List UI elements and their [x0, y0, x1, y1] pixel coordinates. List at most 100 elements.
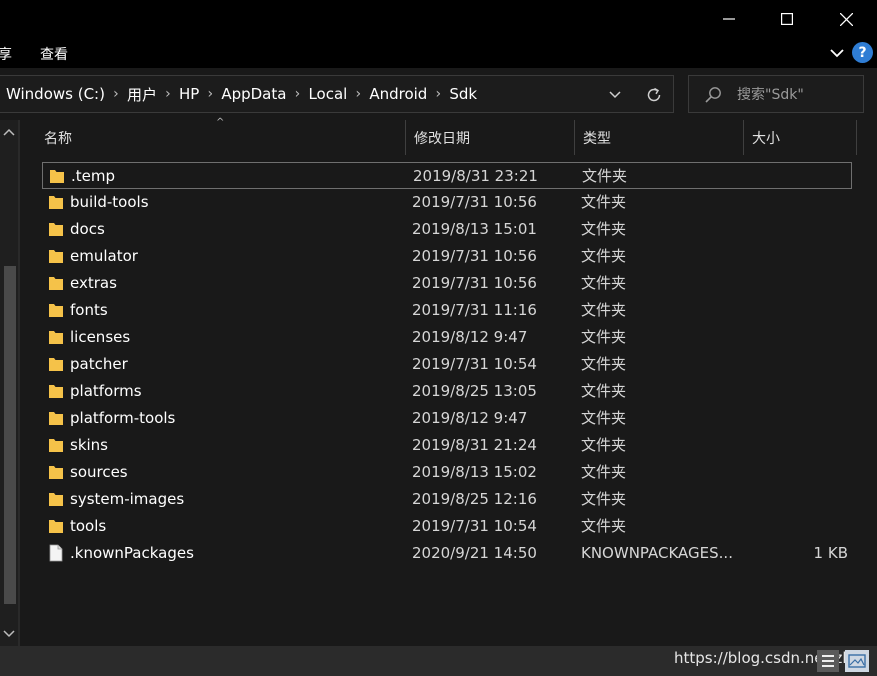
breadcrumb-separator-icon[interactable]: ›: [105, 86, 127, 102]
file-modified-date: 2019/8/25 13:05: [412, 382, 537, 400]
file-row[interactable]: emulator 2019/7/31 10:56 文件夹: [42, 243, 852, 270]
file-row[interactable]: platform-tools 2019/8/12 9:47 文件夹: [42, 405, 852, 432]
column-header-label: 类型: [583, 130, 611, 147]
details-view-button[interactable]: [817, 650, 839, 672]
file-modified-date: 2019/7/31 10:56: [412, 193, 537, 211]
file-type: 文件夹: [581, 328, 627, 346]
address-bar[interactable]: Windows (C:) › 用户 › HP › AppData › Local › Android…: [0, 75, 674, 113]
details-view-icon: [822, 655, 834, 667]
breadcrumb-separator-icon[interactable]: ›: [157, 86, 179, 102]
file-modified-date: 2019/8/13 15:02: [412, 463, 537, 481]
file-modified-date: 2019/7/31 10:54: [412, 517, 537, 535]
refresh-button[interactable]: [642, 83, 666, 107]
file-name: .knownPackages: [70, 544, 194, 562]
file-row[interactable]: skins 2019/8/31 21:24 文件夹: [42, 432, 852, 459]
file-name: build-tools: [70, 193, 149, 211]
file-row[interactable]: tools 2019/7/31 10:54 文件夹: [42, 513, 852, 540]
address-history-button[interactable]: [604, 84, 626, 106]
maximize-button[interactable]: [758, 0, 816, 38]
file-type: 文件夹: [581, 490, 627, 508]
column-header-size[interactable]: 大小: [744, 120, 857, 155]
file-modified-date: 2019/8/31 21:24: [412, 436, 537, 454]
column-header-label: 修改日期: [414, 130, 470, 147]
file-row[interactable]: licenses 2019/8/12 9:47 文件夹: [42, 324, 852, 351]
breadcrumb-item[interactable]: 用户: [127, 84, 157, 105]
scroll-up-icon[interactable]: [2, 126, 16, 138]
ribbon: 享 查看 ?: [0, 38, 877, 68]
expand-ribbon-button[interactable]: [828, 44, 846, 62]
ribbon-tab-share[interactable]: 享: [0, 44, 12, 64]
folder-icon: [48, 463, 64, 481]
help-button[interactable]: ?: [852, 42, 873, 63]
breadcrumb-separator-icon[interactable]: ›: [199, 86, 221, 102]
file-modified-date: 2019/7/31 10:56: [412, 247, 537, 265]
file-row[interactable]: .temp 2019/8/31 23:21 文件夹: [42, 162, 852, 189]
file-row[interactable]: sources 2019/8/13 15:02 文件夹: [42, 459, 852, 486]
search-input[interactable]: [735, 82, 861, 108]
scroll-down-icon[interactable]: [2, 628, 16, 640]
file-name: platforms: [70, 382, 142, 400]
file-name: tools: [70, 517, 107, 535]
column-headers: ^ 名称 修改日期 类型 大小: [20, 117, 857, 155]
file-modified-date: 2019/7/31 10:54: [412, 355, 537, 373]
column-header-date[interactable]: 修改日期: [406, 120, 575, 155]
file-row[interactable]: build-tools 2019/7/31 10:56 文件夹: [42, 189, 852, 216]
file-modified-date: 2019/8/31 23:21: [413, 167, 538, 185]
file-row[interactable]: .knownPackages 2020/9/21 14:50 KNOWNPACKAG…: [42, 540, 852, 567]
file-row[interactable]: platforms 2019/8/25 13:05 文件夹: [42, 378, 852, 405]
folder-icon: [48, 220, 64, 238]
breadcrumb-separator-icon[interactable]: ›: [286, 86, 308, 102]
breadcrumb-separator-icon[interactable]: ›: [347, 86, 369, 102]
folder-icon: [48, 382, 64, 400]
file-name: licenses: [70, 328, 131, 346]
folder-icon: [48, 490, 64, 508]
navigation-pane-scrollbar[interactable]: [0, 120, 18, 646]
folder-icon: [48, 355, 64, 373]
column-header-label: 名称: [44, 130, 72, 147]
minimize-button[interactable]: [700, 0, 758, 38]
folder-icon: [48, 193, 64, 211]
file-list: .temp 2019/8/31 23:21 文件夹 build-tools 2019/7…: [42, 162, 852, 567]
file-type: 文件夹: [581, 220, 627, 238]
file-row[interactable]: extras 2019/7/31 10:56 文件夹: [42, 270, 852, 297]
title-bar: [0, 0, 877, 38]
search-box[interactable]: [688, 75, 864, 113]
refresh-icon: [647, 87, 661, 102]
pane-divider[interactable]: [18, 120, 20, 646]
file-type: 文件夹: [581, 382, 627, 400]
breadcrumb-item[interactable]: Local: [308, 85, 347, 103]
search-icon: [705, 87, 721, 103]
file-name: emulator: [70, 247, 138, 265]
breadcrumb-item[interactable]: HP: [179, 85, 199, 103]
file-type: 文件夹: [581, 193, 627, 211]
file-modified-date: 2019/8/12 9:47: [412, 409, 528, 427]
file-modified-date: 2019/8/13 15:01: [412, 220, 537, 238]
scrollbar-thumb[interactable]: [4, 266, 16, 604]
file-row[interactable]: docs 2019/8/13 15:01 文件夹: [42, 216, 852, 243]
breadcrumb-item[interactable]: Android: [369, 85, 427, 103]
file-type: 文件夹: [581, 355, 627, 373]
close-button[interactable]: [817, 0, 875, 38]
ribbon-tab-view[interactable]: 查看: [40, 44, 68, 64]
breadcrumb-item[interactable]: Windows (C:): [6, 85, 105, 103]
breadcrumb-item[interactable]: AppData: [221, 85, 286, 103]
minimize-icon: [723, 18, 735, 20]
file-type: 文件夹: [582, 167, 628, 185]
chevron-down-icon: [609, 91, 621, 99]
breadcrumb-item[interactable]: Sdk: [449, 85, 477, 103]
folder-icon: [48, 328, 64, 346]
close-icon: [839, 12, 853, 26]
large-icons-view-button[interactable]: [845, 650, 869, 672]
column-header-name[interactable]: 名称: [36, 120, 406, 155]
file-row[interactable]: system-images 2019/8/25 12:16 文件夹: [42, 486, 852, 513]
column-header-type[interactable]: 类型: [575, 120, 744, 155]
file-type: KNOWNPACKAGES...: [581, 544, 733, 562]
file-name: .temp: [71, 167, 116, 185]
breadcrumb-separator-icon[interactable]: ›: [427, 86, 449, 102]
folder-icon: [48, 409, 64, 427]
file-row[interactable]: patcher 2019/7/31 10:54 文件夹: [42, 351, 852, 378]
file-name: patcher: [70, 355, 128, 373]
file-row[interactable]: fonts 2019/7/31 11:16 文件夹: [42, 297, 852, 324]
file-size: 1 KB: [813, 544, 848, 562]
folder-icon: [48, 436, 64, 454]
